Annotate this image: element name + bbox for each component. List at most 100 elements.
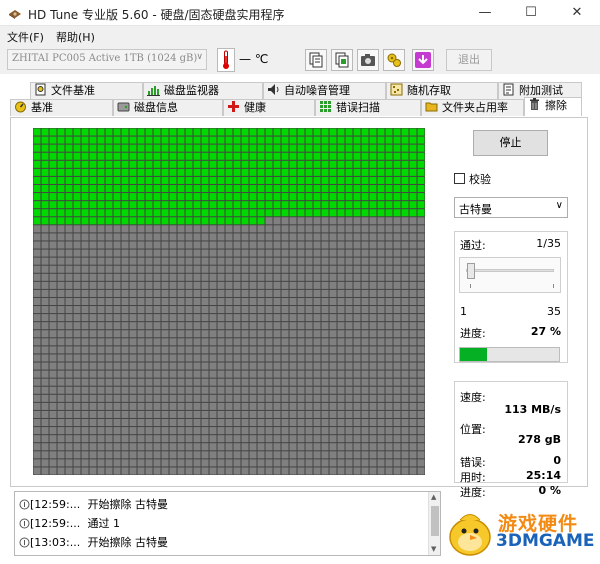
tab-error-scan[interactable]: 错误扫描 xyxy=(315,99,421,116)
pending-block xyxy=(217,386,225,394)
pending-block xyxy=(257,297,265,306)
pending-block xyxy=(73,427,81,435)
erased-block xyxy=(409,128,417,136)
menu-file[interactable]: 文件(F) xyxy=(7,29,44,45)
pending-block xyxy=(49,459,57,467)
erased-block xyxy=(145,136,153,144)
pending-block xyxy=(377,362,385,370)
tab-folder-usage[interactable]: 文件夹占用率 xyxy=(421,99,524,116)
erased-block xyxy=(57,144,65,152)
maximize-button[interactable]: ☐ xyxy=(508,0,554,26)
erased-block xyxy=(321,160,329,168)
tab-noise-management[interactable]: 自动噪音管理 xyxy=(263,82,386,99)
pending-block xyxy=(337,241,345,249)
tab-benchmark[interactable]: 基准 xyxy=(10,99,113,116)
erased-block xyxy=(233,209,241,217)
pending-block xyxy=(185,402,193,410)
pending-block xyxy=(281,241,289,249)
tab-label: 文件基准 xyxy=(51,84,95,97)
scroll-down-icon[interactable]: ▼ xyxy=(431,545,436,553)
erased-block xyxy=(361,193,369,201)
pending-block xyxy=(361,410,369,419)
erased-block xyxy=(193,136,201,144)
erased-block xyxy=(201,144,209,152)
tab-erase[interactable]: 擦除 xyxy=(524,97,582,116)
erased-block xyxy=(417,209,425,217)
pending-block xyxy=(89,435,97,443)
pending-block xyxy=(313,467,321,475)
log-list[interactable]: [12:59:... 开始擦除 古特曼 [12:59:... 通过 1 [13:… xyxy=(14,491,441,556)
pending-block xyxy=(241,394,249,402)
scroll-thumb[interactable] xyxy=(431,506,439,536)
pending-block xyxy=(265,467,273,475)
pending-block xyxy=(273,378,281,386)
menu-help[interactable]: 帮助(H) xyxy=(56,29,95,45)
pending-block xyxy=(97,241,105,249)
scroll-up-icon[interactable]: ▲ xyxy=(431,493,436,501)
erased-block xyxy=(81,144,89,152)
pending-block xyxy=(177,435,185,443)
pending-block xyxy=(169,314,177,322)
verify-checkbox[interactable]: 校验 xyxy=(454,171,491,187)
pending-block xyxy=(297,346,305,354)
erased-block xyxy=(169,176,177,184)
pending-block xyxy=(233,362,241,370)
pending-block xyxy=(233,386,241,394)
erased-block xyxy=(145,128,153,136)
pending-block xyxy=(313,378,321,386)
copy-all-button[interactable] xyxy=(331,49,353,71)
tab-disk-monitor[interactable]: 磁盘监视器 xyxy=(143,82,263,99)
tab-label: 擦除 xyxy=(545,99,567,112)
disk-info-icon xyxy=(117,102,130,112)
pending-block xyxy=(305,338,313,346)
erase-method-select[interactable]: 古特曼 ∨ xyxy=(454,197,568,218)
erased-block xyxy=(305,160,313,168)
pending-block xyxy=(361,233,369,241)
tab-disk-info[interactable]: 磁盘信息 xyxy=(113,99,223,116)
pending-block xyxy=(401,354,409,362)
pending-block xyxy=(169,410,177,419)
stop-button[interactable]: 停止 xyxy=(473,130,548,156)
pending-block xyxy=(129,459,137,467)
pending-block xyxy=(249,241,257,249)
erased-block xyxy=(145,144,153,152)
pending-block xyxy=(289,314,297,322)
minimize-button[interactable]: — xyxy=(462,0,508,26)
pending-block xyxy=(337,370,345,378)
pass-slider[interactable] xyxy=(459,257,561,293)
pending-block xyxy=(393,217,401,225)
pending-block xyxy=(129,410,137,419)
erased-block xyxy=(233,217,241,225)
erased-block xyxy=(305,209,313,217)
erased-block xyxy=(225,160,233,168)
tab-random-access[interactable]: 随机存取 xyxy=(386,82,498,99)
close-button[interactable]: ✕ xyxy=(554,0,600,26)
erased-block xyxy=(305,152,313,160)
save-button[interactable] xyxy=(412,49,434,71)
tab-file-benchmark[interactable]: 文件基准 xyxy=(30,82,143,99)
exit-button[interactable]: 退出 xyxy=(446,49,492,71)
erased-block xyxy=(321,128,329,136)
pending-block xyxy=(41,225,49,233)
pending-block xyxy=(233,273,241,281)
checkbox-box xyxy=(454,173,465,184)
pending-block xyxy=(201,370,209,378)
screenshot-button[interactable] xyxy=(357,49,379,71)
erased-block xyxy=(249,217,257,225)
pending-block xyxy=(97,306,105,314)
pending-block xyxy=(281,314,289,322)
drive-select[interactable]: ZHITAI PC005 Active 1TB (1024 gB) ∨ xyxy=(7,49,207,70)
copy-button[interactable] xyxy=(305,49,327,71)
pending-block xyxy=(289,217,297,225)
pending-block xyxy=(97,249,105,257)
erased-block xyxy=(105,201,113,209)
slider-thumb[interactable] xyxy=(467,263,475,279)
pending-block xyxy=(225,459,233,467)
tab-health[interactable]: 健康 xyxy=(223,99,315,116)
options-button[interactable] xyxy=(383,49,405,71)
pending-block xyxy=(113,322,121,330)
pending-block xyxy=(169,435,177,443)
pending-block xyxy=(153,233,161,241)
pending-block xyxy=(97,370,105,378)
log-scrollbar[interactable]: ▲ ▼ xyxy=(428,492,440,555)
